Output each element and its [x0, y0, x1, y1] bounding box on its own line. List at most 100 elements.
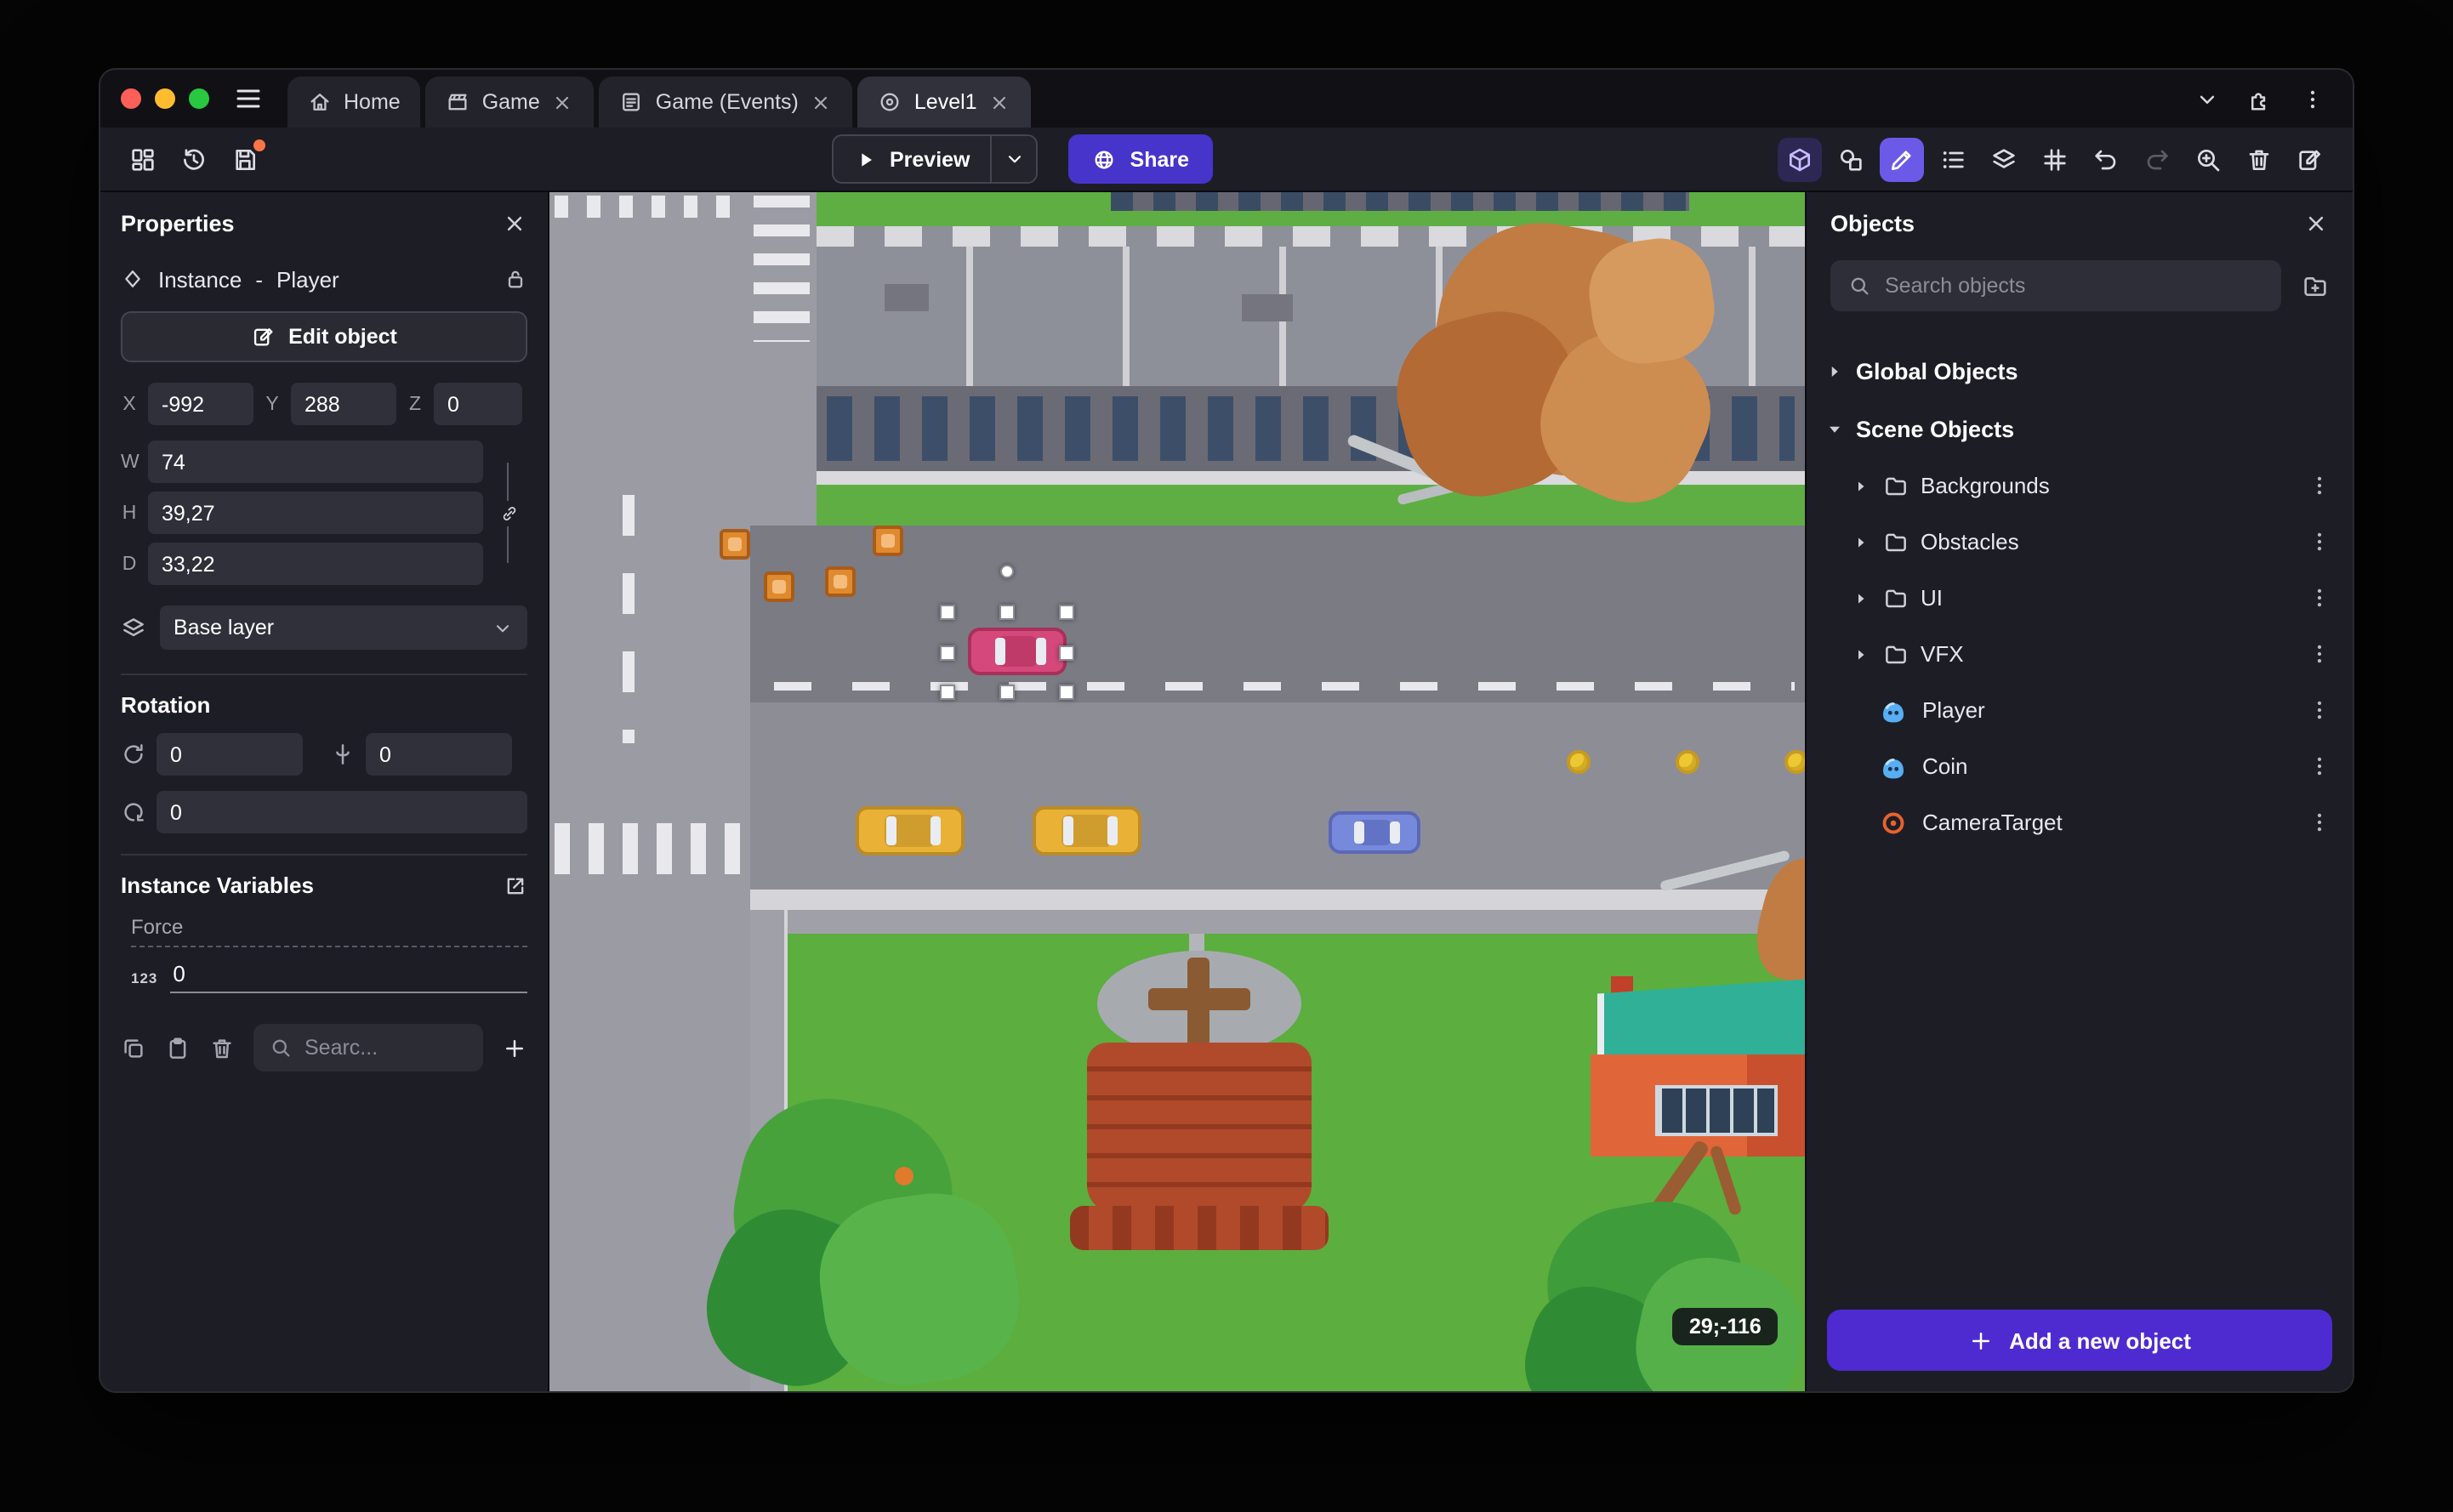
- lock-icon[interactable]: [504, 267, 527, 291]
- copy-icon[interactable]: [121, 1035, 146, 1060]
- selection-handle[interactable]: [940, 605, 955, 620]
- kebab-menu-icon[interactable]: [2307, 529, 2332, 554]
- redo-button[interactable]: [2135, 137, 2179, 181]
- delete-button[interactable]: [2237, 137, 2281, 181]
- kebab-menu-icon[interactable]: [2307, 585, 2332, 611]
- add-new-object-button[interactable]: Add a new object: [1827, 1310, 2332, 1371]
- external-link-icon[interactable]: [504, 873, 527, 897]
- close-icon[interactable]: [2303, 210, 2329, 236]
- layer-select[interactable]: Base layer: [160, 605, 527, 650]
- car-yellow-instance[interactable]: [1033, 806, 1141, 855]
- project-manager-button[interactable]: [121, 137, 165, 181]
- tab-game[interactable]: Game: [425, 77, 595, 128]
- variable-value-input[interactable]: 0: [169, 961, 527, 993]
- crate-instance[interactable]: [720, 529, 750, 560]
- selection-rotate-handle[interactable]: [1000, 565, 1014, 578]
- crate-instance[interactable]: [825, 566, 856, 597]
- selection-handle[interactable]: [1059, 605, 1074, 620]
- coin-instance[interactable]: [1567, 750, 1591, 774]
- variables-search[interactable]: [253, 1024, 483, 1071]
- x-input[interactable]: [148, 383, 253, 425]
- chevron-down-icon[interactable]: [2194, 86, 2220, 111]
- events-sheet-icon: [620, 90, 644, 114]
- add-variable-icon[interactable]: [502, 1035, 527, 1060]
- kebab-menu-icon[interactable]: [2307, 697, 2332, 723]
- close-icon[interactable]: [989, 91, 1011, 113]
- variables-search-input[interactable]: [304, 1036, 468, 1060]
- edit-object-button[interactable]: Edit object: [121, 311, 527, 362]
- selection-handle[interactable]: [1059, 685, 1074, 700]
- preview-options-button[interactable]: [993, 136, 1037, 182]
- kebab-menu-icon[interactable]: [2307, 641, 2332, 667]
- save-button[interactable]: [223, 137, 267, 181]
- share-button[interactable]: Share: [1068, 134, 1214, 184]
- car-blue-instance[interactable]: [1329, 811, 1420, 854]
- maximize-window-button[interactable]: [189, 88, 209, 109]
- objects-search-input[interactable]: [1885, 274, 2264, 298]
- edit-scene-properties-button[interactable]: [2288, 137, 2332, 181]
- toggle-3d-view-button[interactable]: [1778, 137, 1823, 181]
- new-folder-icon[interactable]: [2302, 272, 2329, 299]
- depth-input[interactable]: [148, 543, 483, 585]
- selection-handle[interactable]: [999, 685, 1015, 700]
- tab-game-events[interactable]: Game (Events): [599, 77, 853, 128]
- scene-objects-group[interactable]: Scene Objects: [1807, 400, 2353, 458]
- selection-handle[interactable]: [1059, 645, 1074, 660]
- scene-canvas[interactable]: 29;-116: [549, 192, 1805, 1391]
- layers-button[interactable]: [1982, 137, 2026, 181]
- crate-instance[interactable]: [873, 526, 903, 556]
- global-objects-group[interactable]: Global Objects: [1807, 342, 2353, 400]
- preview-button[interactable]: Preview: [832, 134, 1039, 184]
- kebab-menu-icon[interactable]: [2307, 753, 2332, 779]
- selection-handle[interactable]: [940, 685, 955, 700]
- undo-button[interactable]: [2084, 137, 2128, 181]
- selection-box[interactable]: [940, 565, 1074, 700]
- tower-instance[interactable]: [1070, 934, 1329, 1257]
- link-dimensions-icon[interactable]: [497, 500, 522, 526]
- z-input[interactable]: [434, 383, 522, 425]
- rotation-x-input[interactable]: [157, 733, 303, 776]
- folder-ui[interactable]: UI: [1807, 570, 2353, 626]
- variable-name[interactable]: Force: [131, 915, 527, 947]
- selection-handle[interactable]: [999, 605, 1015, 620]
- rotation-y-input[interactable]: [366, 733, 512, 776]
- close-icon[interactable]: [502, 210, 527, 236]
- kebab-menu-icon[interactable]: [2307, 473, 2332, 498]
- kebab-menu-icon[interactable]: [2307, 810, 2332, 835]
- height-input[interactable]: [148, 492, 483, 534]
- extensions-icon[interactable]: [2247, 86, 2273, 111]
- zoom-button[interactable]: [2186, 137, 2230, 181]
- width-input[interactable]: [148, 441, 483, 483]
- grid-button[interactable]: [2033, 137, 2077, 181]
- objects-search[interactable]: [1830, 260, 2281, 311]
- selection-handle[interactable]: [940, 645, 955, 660]
- folder-vfx[interactable]: VFX: [1807, 626, 2353, 682]
- search-icon: [1847, 274, 1871, 298]
- crate-instance[interactable]: [764, 571, 794, 602]
- trash-icon[interactable]: [209, 1035, 235, 1060]
- folder-backgrounds[interactable]: Backgrounds: [1807, 458, 2353, 514]
- y-input[interactable]: [291, 383, 396, 425]
- coin-instance[interactable]: [1784, 750, 1805, 774]
- kebab-menu-icon[interactable]: [2300, 86, 2325, 111]
- instances-list-button[interactable]: [1931, 137, 1975, 181]
- tab-level1[interactable]: Level1: [857, 77, 1032, 128]
- object-cameratarget[interactable]: CameraTarget: [1807, 794, 2353, 850]
- close-icon[interactable]: [811, 91, 833, 113]
- paste-icon[interactable]: [165, 1035, 191, 1060]
- history-button[interactable]: [172, 137, 216, 181]
- minimize-window-button[interactable]: [155, 88, 175, 109]
- edit-mode-button[interactable]: [1880, 137, 1925, 181]
- tab-home[interactable]: Home: [287, 77, 421, 128]
- hamburger-menu-icon[interactable]: [233, 83, 264, 114]
- car-yellow-instance[interactable]: [856, 806, 965, 855]
- objects-tool-button[interactable]: [1829, 137, 1873, 181]
- object-player[interactable]: Player: [1807, 682, 2353, 738]
- coin-instance[interactable]: [1676, 750, 1699, 774]
- close-icon[interactable]: [552, 91, 574, 113]
- rotation-z-input[interactable]: [157, 791, 527, 833]
- object-coin[interactable]: Coin: [1807, 738, 2353, 794]
- close-window-button[interactable]: [121, 88, 141, 109]
- folder-obstacles[interactable]: Obstacles: [1807, 514, 2353, 570]
- window-right-icons: [2194, 86, 2332, 111]
